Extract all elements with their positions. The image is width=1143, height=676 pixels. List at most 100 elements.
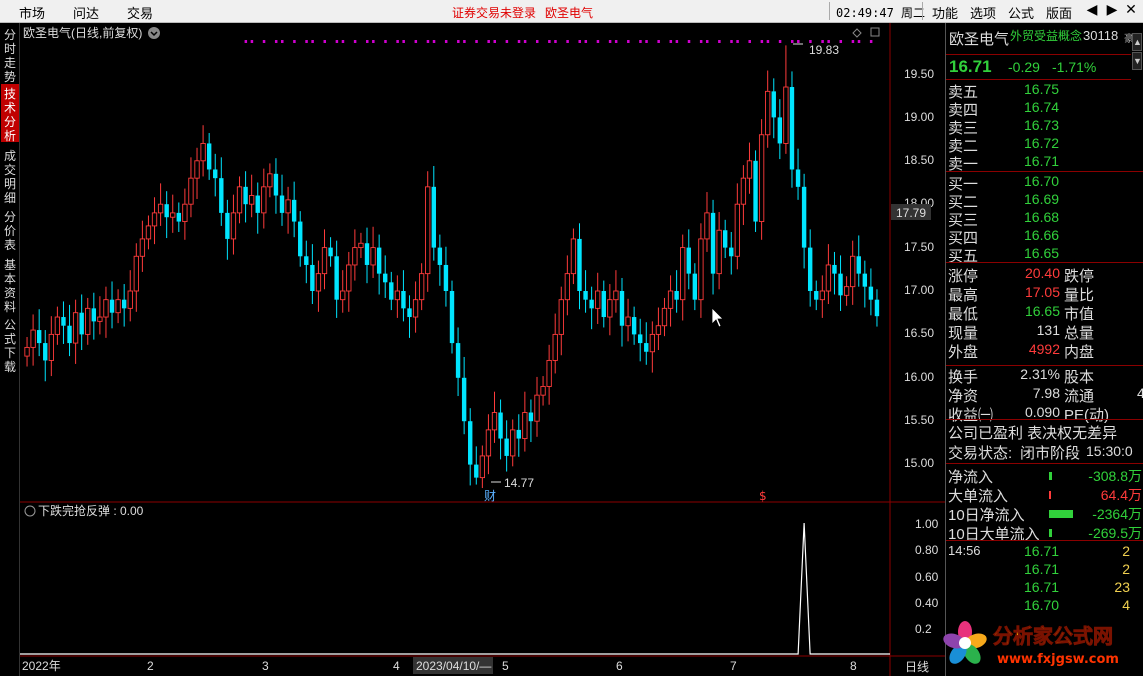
- candle[interactable]: [680, 234, 686, 321]
- candle[interactable]: [819, 275, 825, 318]
- candle[interactable]: [225, 199, 230, 260]
- candle[interactable]: [832, 251, 837, 295]
- finance-event-marker[interactable]: 财: [484, 489, 496, 503]
- dividend-event-marker[interactable]: $: [759, 489, 767, 503]
- candle[interactable]: [315, 260, 322, 312]
- candle[interactable]: [729, 231, 734, 275]
- candle[interactable]: [206, 133, 212, 180]
- candle[interactable]: [474, 446, 479, 485]
- candle[interactable]: [534, 376, 540, 437]
- candle[interactable]: [619, 277, 625, 347]
- candle[interactable]: [127, 270, 133, 322]
- candle[interactable]: [692, 263, 698, 311]
- menu-formula[interactable]: 公式: [1008, 3, 1034, 22]
- candle[interactable]: [389, 271, 394, 311]
- candle[interactable]: [716, 212, 722, 290]
- candle[interactable]: [528, 399, 534, 443]
- candle[interactable]: [358, 232, 364, 259]
- candle[interactable]: [370, 226, 376, 278]
- candle[interactable]: [67, 304, 72, 357]
- candle[interactable]: [449, 280, 455, 354]
- candle[interactable]: [30, 314, 36, 366]
- candle[interactable]: [850, 240, 856, 305]
- tab-formula-download[interactable]: 公式下载: [1, 315, 19, 374]
- tab-fundamentals[interactable]: 基本资料: [1, 255, 19, 314]
- candle[interactable]: [91, 292, 97, 340]
- menu-options[interactable]: 选项: [970, 3, 996, 22]
- candle[interactable]: [637, 318, 643, 362]
- back-icon[interactable]: ◀: [1083, 2, 1101, 18]
- candle[interactable]: [213, 153, 218, 197]
- candle[interactable]: [783, 45, 789, 154]
- candle[interactable]: [24, 337, 30, 367]
- candle[interactable]: [85, 297, 91, 345]
- candle[interactable]: [407, 295, 412, 338]
- candle[interactable]: [631, 306, 637, 345]
- candle[interactable]: [491, 391, 498, 443]
- candle[interactable]: [874, 289, 880, 327]
- candle[interactable]: [485, 414, 492, 475]
- candle[interactable]: [109, 281, 115, 329]
- chart-area[interactable]: 欧圣电气(日线,前复权) 19.50 19.00 18.50 18.00 17.…: [20, 23, 945, 676]
- tab-technical[interactable]: 技术分析: [1, 84, 19, 143]
- candle[interactable]: [151, 197, 158, 245]
- candle[interactable]: [443, 246, 449, 307]
- candle[interactable]: [655, 307, 662, 351]
- candle[interactable]: [36, 309, 42, 357]
- candle[interactable]: [43, 330, 48, 382]
- candle[interactable]: [667, 275, 674, 327]
- menu-wenda[interactable]: 问达: [73, 3, 99, 22]
- candle[interactable]: [394, 275, 401, 318]
- candle[interactable]: [304, 240, 309, 284]
- candle[interactable]: [607, 284, 613, 336]
- candle[interactable]: [644, 322, 649, 365]
- candle[interactable]: [48, 316, 54, 377]
- candle[interactable]: [868, 268, 874, 316]
- candle[interactable]: [825, 244, 832, 305]
- candle[interactable]: [200, 125, 206, 177]
- period-label[interactable]: 日线: [905, 660, 929, 674]
- candle[interactable]: [139, 220, 146, 272]
- candle[interactable]: [412, 281, 419, 333]
- candle[interactable]: [121, 284, 127, 327]
- menu-function[interactable]: 功能: [932, 3, 958, 22]
- candle[interactable]: [164, 191, 169, 239]
- candle[interactable]: [516, 414, 521, 457]
- candle[interactable]: [328, 237, 333, 267]
- candle[interactable]: [352, 229, 358, 281]
- candle[interactable]: [176, 202, 182, 232]
- candle[interactable]: [795, 148, 801, 200]
- candle[interactable]: [698, 223, 704, 318]
- candle[interactable]: [510, 419, 516, 467]
- candle[interactable]: [814, 280, 819, 311]
- candle[interactable]: [182, 188, 188, 240]
- candle[interactable]: [570, 228, 577, 285]
- maximize-icon[interactable]: [870, 27, 880, 37]
- candle[interactable]: [298, 211, 303, 267]
- candle[interactable]: [54, 306, 61, 345]
- candle[interactable]: [674, 270, 679, 313]
- candle[interactable]: [61, 301, 66, 344]
- candle[interactable]: [79, 294, 84, 351]
- menu-trade[interactable]: 交易: [127, 3, 153, 22]
- candle[interactable]: [746, 142, 753, 194]
- candle[interactable]: [807, 229, 813, 307]
- candle[interactable]: [133, 243, 139, 312]
- candle[interactable]: [577, 223, 582, 310]
- candle[interactable]: [249, 174, 255, 218]
- indicator-menu-icon[interactable]: [24, 505, 36, 517]
- candle[interactable]: [595, 272, 601, 324]
- candle[interactable]: [431, 166, 436, 261]
- candle[interactable]: [145, 215, 152, 250]
- candle[interactable]: [194, 147, 200, 199]
- candle[interactable]: [243, 171, 248, 223]
- candle[interactable]: [558, 286, 564, 356]
- chart-menu-icon[interactable]: [148, 27, 160, 39]
- candle[interactable]: [291, 181, 297, 238]
- candle[interactable]: [758, 119, 765, 240]
- candle[interactable]: [722, 219, 728, 259]
- candle[interactable]: [115, 289, 121, 324]
- candle[interactable]: [455, 327, 461, 397]
- candle[interactable]: [765, 70, 771, 148]
- forward-icon[interactable]: ▶: [1103, 2, 1121, 18]
